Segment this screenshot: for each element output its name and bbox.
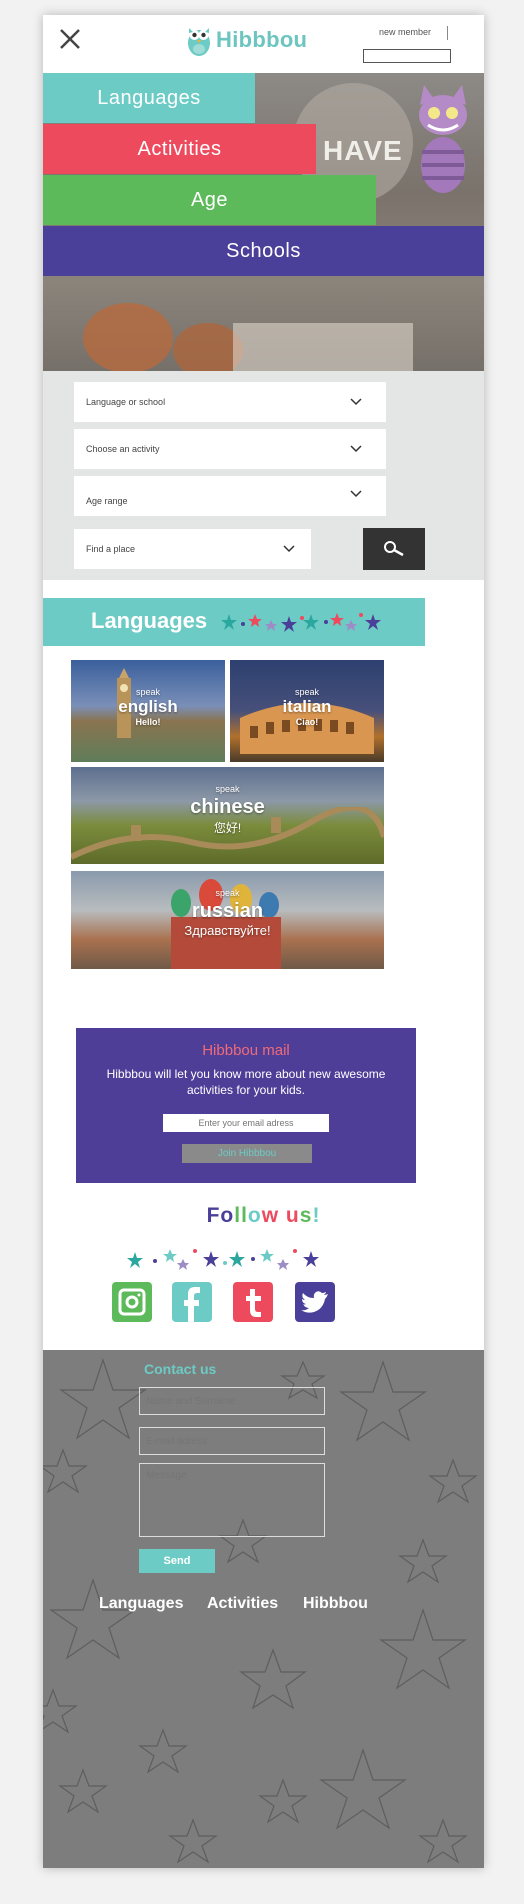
- speak-label: speak: [215, 888, 240, 898]
- follow-letter: o: [220, 1204, 235, 1227]
- select-label: Find a place: [86, 544, 136, 554]
- newsletter-box: Hibbbou mail Hibbbou will let you know m…: [76, 1028, 416, 1183]
- follow-letter: u: [285, 1204, 300, 1227]
- language-tile-chinese[interactable]: speak chinese 您好!: [71, 767, 384, 864]
- newsletter-title: Hibbbou mail: [202, 1042, 290, 1059]
- language-name: russian: [191, 900, 264, 922]
- age-range-select[interactable]: Age range: [74, 476, 386, 516]
- follow-letter: F: [206, 1204, 221, 1227]
- place-select[interactable]: Find a place: [74, 529, 311, 569]
- follow-us-title: Follow us!: [43, 1204, 484, 1228]
- hero: HAVE Languages Activities Age Schools: [43, 73, 484, 371]
- greeting: 您好!: [213, 821, 242, 835]
- send-button[interactable]: Send: [139, 1549, 215, 1573]
- speak-label: speak: [294, 687, 320, 697]
- chevron-down-icon: [350, 445, 362, 453]
- greeting: Ciao!: [295, 717, 319, 727]
- close-icon[interactable]: [57, 26, 83, 52]
- instagram-icon[interactable]: [112, 1282, 152, 1322]
- language-tile-english[interactable]: speak english Hello!: [71, 660, 225, 762]
- language-school-select[interactable]: Language or school: [74, 382, 386, 422]
- hero-photo-shape: [233, 323, 413, 371]
- cat-illustration: [419, 85, 467, 193]
- hero-background-text: HAVE: [323, 135, 403, 166]
- join-button[interactable]: Join Hibbbou: [182, 1144, 312, 1163]
- follow-letter: !: [312, 1204, 321, 1227]
- stars-decoration: [127, 1249, 319, 1270]
- footer-link-languages[interactable]: Languages: [99, 1595, 183, 1613]
- stars-decoration: [221, 613, 381, 632]
- chevron-down-icon: [350, 398, 362, 406]
- greeting: Hello!: [135, 717, 161, 727]
- follow-letter: o: [247, 1204, 262, 1227]
- search-panel: Language or school Choose an activity Ag…: [43, 371, 484, 580]
- follow-letter: [279, 1204, 286, 1227]
- logo[interactable]: Hibbbou: [186, 23, 307, 57]
- select-label: Language or school: [86, 397, 166, 407]
- band-activities[interactable]: Activities: [43, 124, 316, 174]
- language-name: english: [118, 697, 178, 716]
- search-button[interactable]: [363, 528, 425, 570]
- activity-select[interactable]: Choose an activity: [74, 429, 386, 469]
- new-member-input[interactable]: [363, 49, 451, 63]
- speak-label: speak: [215, 784, 240, 794]
- band-languages[interactable]: Languages: [43, 73, 255, 123]
- follow-letter: w: [261, 1204, 280, 1227]
- page: Hibbbou new member HAVE Languages Activi…: [43, 15, 484, 1868]
- select-label: Age range: [86, 496, 128, 506]
- owl-icon: [188, 28, 210, 56]
- contact-title: Contact us: [144, 1361, 217, 1377]
- newsletter-description: Hibbbou will let you know more about new…: [106, 1067, 386, 1097]
- footer: Contact us Send Languages Activities Hib…: [43, 1350, 484, 1868]
- chevron-down-icon: [350, 490, 362, 498]
- header: Hibbbou new member: [43, 15, 484, 73]
- message-field[interactable]: [139, 1463, 325, 1537]
- section-title: Languages: [91, 608, 208, 633]
- divider: [447, 26, 448, 40]
- languages-banner: Languages: [43, 598, 425, 646]
- twitter-icon[interactable]: [295, 1282, 335, 1322]
- band-age[interactable]: Age: [43, 175, 376, 225]
- footer-link-activities[interactable]: Activities: [207, 1595, 278, 1613]
- chevron-down-icon: [283, 545, 295, 553]
- follow-letter: s: [299, 1204, 313, 1227]
- follow-letter: l: [241, 1204, 248, 1227]
- greeting: Здравствуйте!: [184, 923, 271, 938]
- logo-text: Hibbbou: [216, 27, 308, 52]
- new-member-label: new member: [379, 27, 432, 37]
- hero-photo-shape: [83, 303, 173, 371]
- language-name: italian: [282, 697, 332, 716]
- facebook-icon[interactable]: [172, 1282, 212, 1322]
- tumblr-icon[interactable]: [233, 1282, 273, 1322]
- language-tile-italian[interactable]: speak italian Ciao!: [230, 660, 384, 762]
- footer-link-hibbbou[interactable]: Hibbbou: [303, 1595, 368, 1613]
- search-icon: [384, 541, 404, 557]
- language-tile-russian[interactable]: speak russian Здравствуйте!: [71, 871, 384, 969]
- band-schools[interactable]: Schools: [43, 226, 484, 276]
- email-input[interactable]: [163, 1114, 329, 1132]
- email-field[interactable]: [139, 1427, 325, 1455]
- speak-label: speak: [135, 687, 161, 697]
- select-label: Choose an activity: [86, 444, 160, 454]
- name-field[interactable]: [139, 1387, 325, 1415]
- language-name: chinese: [190, 796, 265, 818]
